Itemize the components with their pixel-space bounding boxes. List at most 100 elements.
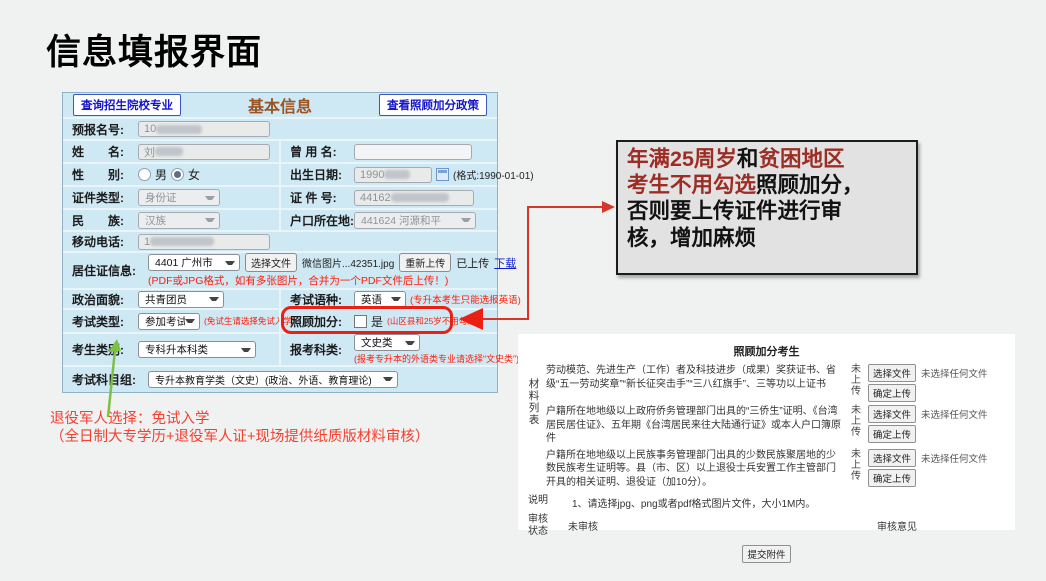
choose-file-button[interactable]: 选择文件 — [868, 364, 916, 382]
upload-status: 未上传 — [850, 449, 862, 482]
ethnicity-label: 民 族: — [72, 212, 134, 229]
bonus-panel-title: 照顾加分考生 — [528, 343, 1005, 359]
permit-label: 居住证信息: — [72, 262, 144, 279]
dob-format-note: (格式:1990-01-01) — [453, 167, 534, 182]
row-examtype-bonus: 考试类型: 参加考试 (免试生请选择免试入学) 照顾加分: 是 (山区县和25岁… — [63, 310, 497, 334]
annotation-note: 年满25周岁和贫困地区 考生不用勾选照顾加分， 否则要上传证件进行审 核，增加麻… — [616, 140, 918, 275]
permit-uploaded-text: 已上传 — [456, 255, 489, 271]
material-item-text: 户籍所在地地级以上政府侨务管理部门出具的“三侨生”证明、《台湾居民居住证》、五年… — [546, 405, 844, 446]
confirm-upload-button[interactable]: 确定上传 — [868, 425, 916, 443]
material-row: 劳动模范、先进生产（工作）者及科技进步（成果）奖获证书、省级“五一劳动奖章”“新… — [546, 364, 1005, 402]
upload-status: 未上传 — [850, 364, 862, 397]
ethnicity-select[interactable]: 汉族 — [138, 212, 220, 229]
row-idtype-idno: 证件类型: 身份证 证 件 号: 44162 — [63, 187, 497, 210]
row-gender-dob: 性 别: 男 女 出生日期: 1990 (格式:1990-01-01) — [63, 164, 497, 187]
gender-male-radio[interactable] — [138, 168, 151, 181]
id-no-label: 证 件 号: — [290, 189, 350, 206]
no-file-text: 未选择任何文件 — [921, 407, 988, 421]
subject-cat-note: (报考专升本的外语类专业请选择“文史类”) — [354, 352, 519, 365]
arrowhead-to-annotation — [602, 201, 615, 213]
bonus-materials-panel: 照顾加分考生 材料列表 劳动模范、先进生产（工作）者及科技进步（成果）奖获证书、… — [518, 334, 1015, 530]
phone-label: 移动电话: — [72, 233, 134, 250]
form-title: 基本信息 — [63, 93, 497, 117]
former-name-label: 曾 用 名: — [290, 143, 350, 160]
exam-group-value: 专升本教育学类（文史）(政治、外语、教育理论) — [155, 372, 372, 387]
form-header: 查询招生院校专业 基本信息 查看照顾加分政策 — [63, 93, 497, 119]
annotation-black-text: 和 — [737, 147, 759, 171]
instructions-text: 1、请选择jpg、png或者pdf格式图片文件，大小1M内。 — [572, 495, 815, 510]
dob-label: 出生日期: — [290, 166, 350, 183]
exam-type-label: 考试类型: — [72, 313, 134, 330]
row-ethnicity-residence: 民 族: 汉族 户口所在地: 441624 河源和平 — [63, 210, 497, 232]
choose-file-button[interactable]: 选择文件 — [868, 405, 916, 423]
no-file-text: 未选择任何文件 — [921, 366, 988, 380]
material-item-text: 户籍所在地地级以上民族事务管理部门出具的少数民族聚居地的少数民族考生证明等。县（… — [546, 449, 844, 490]
exam-group-select[interactable]: 专升本教育学类（文史）(政治、外语、教育理论) — [148, 371, 398, 388]
redacted-value — [155, 147, 183, 156]
basic-info-form: 查询招生院校专业 基本信息 查看照顾加分政策 预报名号: 10 姓 名: 刘 — [62, 92, 498, 393]
permit-filename: 微信图片...42351.jpg — [302, 255, 394, 270]
exam-lang-select[interactable]: 英语 — [354, 291, 406, 308]
annotation-line: 否则要上传证件进行审 — [627, 198, 907, 224]
instructions-row: 说明 1、请选择jpg、png或者pdf格式图片文件，大小1M内。 — [528, 495, 1005, 510]
permit-reupload-button[interactable]: 重新上传 — [399, 253, 451, 272]
id-no-value-prefix: 44162 — [360, 192, 391, 204]
gender-male-label: 男 — [155, 166, 167, 183]
annotation-red-text: 贫困地区 — [758, 147, 844, 171]
dob-input[interactable]: 1990 — [354, 167, 432, 183]
row-prereg: 预报名号: 10 — [63, 119, 497, 141]
ethnicity-value: 汉族 — [145, 213, 166, 228]
political-label: 政治面貌: — [72, 291, 134, 308]
row-political-lang: 政治面貌: 共青团员 考试语种: 英语 (专升本考生只能选报英语) — [63, 290, 497, 310]
calendar-icon[interactable] — [436, 168, 449, 181]
no-file-text: 未选择任何文件 — [921, 451, 988, 465]
upload-status: 未上传 — [850, 405, 862, 438]
permit-city-select[interactable]: 4401 广州市 — [148, 254, 240, 271]
name-input[interactable]: 刘 — [138, 144, 270, 160]
gender-female-radio[interactable] — [171, 168, 184, 181]
political-value: 共青团员 — [145, 292, 187, 307]
confirm-upload-button[interactable]: 确定上传 — [868, 384, 916, 402]
subject-cat-label: 报考科类: — [290, 341, 350, 358]
row-phone: 移动电话: 1 — [63, 232, 497, 253]
former-name-input[interactable] — [354, 144, 472, 160]
permit-choose-file-button[interactable]: 选择文件 — [245, 253, 297, 272]
choose-file-button[interactable]: 选择文件 — [868, 449, 916, 467]
screenshot-stage: 信息填报界面 查询招生院校专业 基本信息 查看照顾加分政策 预报名号: 10 姓… — [0, 0, 1046, 581]
exam-type-value: 参加考试 — [145, 314, 185, 329]
political-select[interactable]: 共青团员 — [138, 291, 224, 308]
bonus-checkbox-label: 是 — [371, 313, 383, 330]
veteran-note-line2: （全日制大专学历+退役军人证+现场提供纸质版材料审核） — [50, 428, 429, 446]
residence-select[interactable]: 441624 河源和平 — [354, 212, 476, 229]
residence-value: 441624 河源和平 — [361, 213, 441, 228]
row-exam-group: 考试科目组: 专升本教育学类（文史）(政治、外语、教育理论) — [63, 367, 497, 391]
gender-female-label: 女 — [188, 166, 200, 183]
phone-input[interactable]: 1 — [138, 234, 270, 250]
candidate-cat-select[interactable]: 专科升本科类 — [138, 341, 256, 358]
audit-row: 审核状态 未审核 审核意见 — [528, 514, 1005, 537]
annotation-line: 核，增加麻烦 — [627, 225, 907, 251]
row-candidate-subject: 考生类别: 专科升本科类 报考科类: 文史类 (报考专升本的外语类专业请选择“文… — [63, 334, 497, 367]
exam-type-select[interactable]: 参加考试 — [138, 313, 200, 330]
id-type-select[interactable]: 身份证 — [138, 189, 220, 206]
material-item-text: 劳动模范、先进生产（工作）者及科技进步（成果）奖获证书、省级“五一劳动奖章”“新… — [546, 364, 844, 391]
audit-opinion-label: 审核意见 — [877, 518, 917, 533]
material-row: 户籍所在地地级以上民族事务管理部门出具的少数民族聚居地的少数民族考生证明等。县（… — [546, 449, 1005, 490]
submit-attachments-button[interactable]: 提交附件 — [742, 545, 790, 563]
permit-city-value: 4401 广州市 — [155, 255, 213, 270]
annotation-line: 考生不用勾选照顾加分， — [627, 172, 907, 198]
bonus-checkbox[interactable] — [354, 315, 367, 328]
permit-note: (PDF或JPG格式，如有多张图片，合并为一个PDF文件后上传！) — [148, 273, 448, 288]
prereg-label: 预报名号: — [72, 121, 134, 138]
instructions-label: 说明 — [528, 495, 558, 507]
permit-download-link[interactable]: 下载 — [494, 255, 516, 271]
annotation-black-text: 照顾加分， — [756, 173, 864, 197]
prereg-input[interactable]: 10 — [138, 121, 270, 137]
confirm-upload-button[interactable]: 确定上传 — [868, 469, 916, 487]
exam-group-label: 考试科目组: — [72, 371, 144, 388]
material-row: 户籍所在地地级以上政府侨务管理部门出具的“三侨生”证明、《台湾居民居住证》、五年… — [546, 405, 1005, 446]
redacted-value — [391, 193, 449, 202]
id-no-input[interactable]: 44162 — [354, 190, 474, 206]
subject-cat-select[interactable]: 文史类 — [354, 334, 420, 351]
residence-label: 户口所在地: — [290, 212, 350, 229]
